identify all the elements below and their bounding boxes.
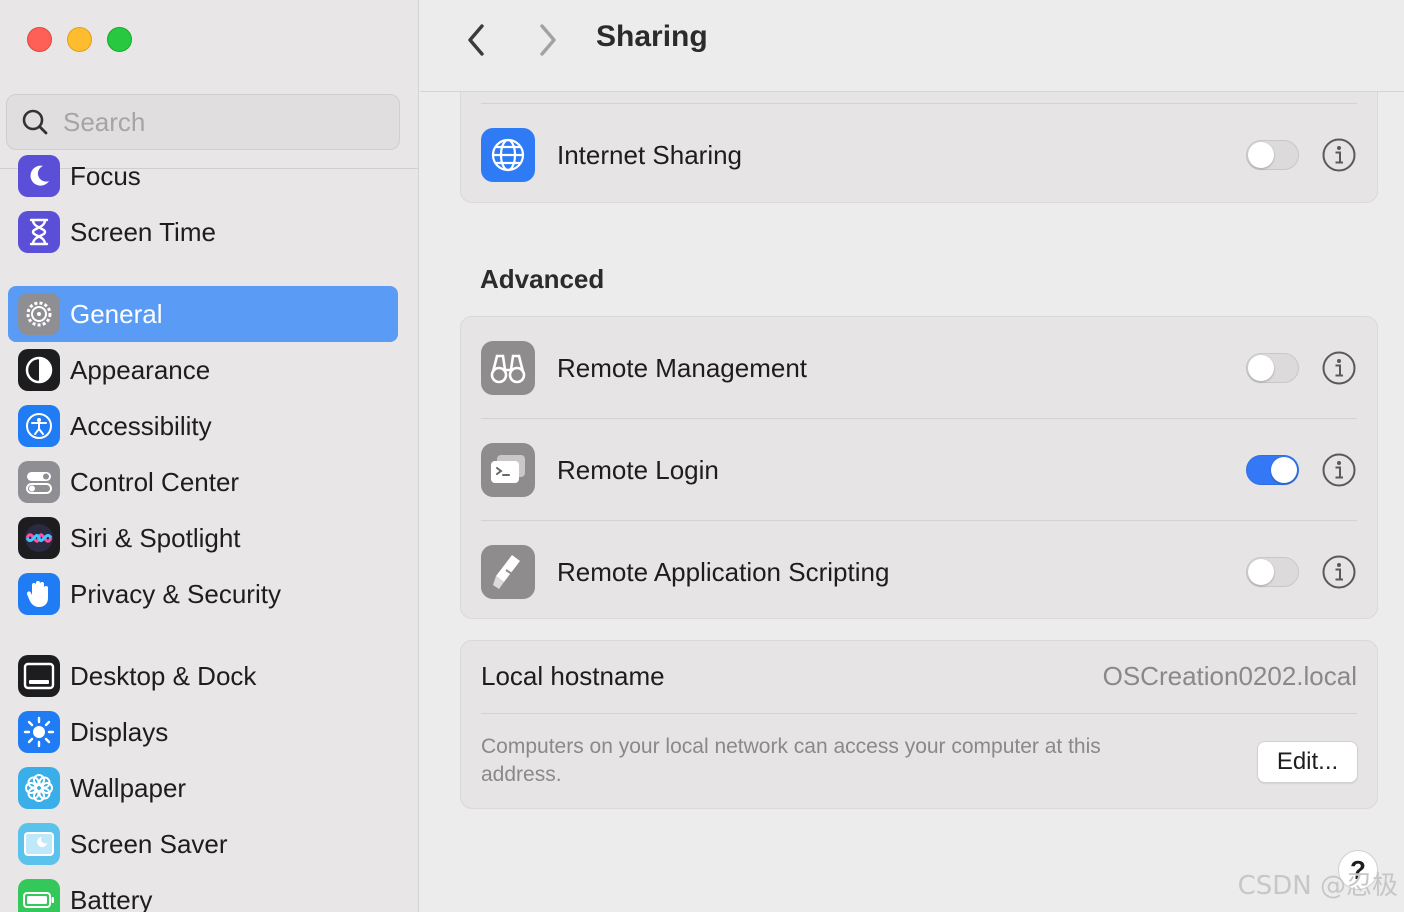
info-icon[interactable] <box>1321 350 1357 386</box>
sidebar-item-label: Accessibility <box>70 410 212 441</box>
sidebar-group-system: General Appearance Accessibility Control… <box>8 286 398 622</box>
sidebar-item-screen-saver[interactable]: Screen Saver <box>8 816 398 872</box>
back-button[interactable] <box>456 20 496 60</box>
toggle-knob <box>1248 142 1274 168</box>
sidebar-item-general[interactable]: General <box>8 286 398 342</box>
search-field[interactable] <box>6 94 400 150</box>
watermark: CSDN @忍极 <box>1237 871 1398 901</box>
hand-icon <box>18 573 60 615</box>
binoculars-icon <box>481 341 535 395</box>
list-item-remote-login: Remote Login <box>481 419 1357 521</box>
info-icon[interactable] <box>1321 554 1357 590</box>
sidebar-item-desktop-dock[interactable]: Desktop & Dock <box>8 648 398 704</box>
hostname-description: Computers on your local network can acce… <box>481 735 1101 786</box>
section-title-advanced: Advanced <box>480 264 605 294</box>
sidebar-item-label: Control Center <box>70 466 240 497</box>
globe-icon <box>481 128 535 182</box>
remote-scripting-toggle[interactable] <box>1246 557 1299 587</box>
gear-icon <box>18 293 60 335</box>
sidebar-item-label: Battery <box>70 884 153 912</box>
internet-sharing-toggle[interactable] <box>1246 140 1299 170</box>
service-label: Remote Management <box>557 352 808 383</box>
remote-login-toggle[interactable] <box>1246 455 1299 485</box>
sidebar-item-displays[interactable]: Displays <box>8 704 398 760</box>
chevron-right-icon <box>540 24 556 56</box>
hostname-value: OSCreation0202.local <box>1102 661 1357 691</box>
list-item-remote-management: Remote Management <box>481 317 1357 419</box>
service-label: Internet Sharing <box>557 139 743 170</box>
sidebar-item-focus[interactable]: Focus <box>8 148 398 204</box>
dock-icon <box>18 655 60 697</box>
screen-saver-icon <box>18 823 60 865</box>
service-label: Remote Login <box>557 454 719 485</box>
sun-icon <box>18 711 60 753</box>
sidebar-item-accessibility[interactable]: Accessibility <box>8 398 398 454</box>
script-icon <box>481 545 535 599</box>
sidebar-item-label: Screen Time <box>70 216 216 247</box>
chevron-left-icon <box>468 24 484 56</box>
advanced-card: Remote Management Remote Login Remote Ap… <box>460 316 1378 619</box>
zoom-window-button[interactable] <box>107 27 132 52</box>
toggle-knob <box>1248 355 1274 381</box>
sidebar-item-privacy-security[interactable]: Privacy & Security <box>8 566 398 622</box>
service-label: Remote Application Scripting <box>557 556 890 587</box>
hostname-card: Local hostname OSCreation0202.local Comp… <box>460 640 1378 809</box>
sidebar-item-label: Privacy & Security <box>70 578 281 609</box>
terminal-icon <box>481 443 535 497</box>
search-input[interactable] <box>63 106 363 138</box>
sidebar-item-label: General <box>70 298 163 329</box>
appearance-icon <box>18 349 60 391</box>
sidebar-group-focus: Focus Screen Time <box>8 148 398 260</box>
sidebar-item-label: Appearance <box>70 354 211 385</box>
toggle-knob <box>1248 559 1274 585</box>
control-center-icon <box>18 461 60 503</box>
hostname-label: Local hostname <box>481 661 665 691</box>
sidebar-item-label: Siri & Spotlight <box>70 522 241 553</box>
sidebar-item-siri-spotlight[interactable]: Siri & Spotlight <box>8 510 398 566</box>
sidebar-item-label: Displays <box>70 716 169 747</box>
siri-icon <box>18 517 60 559</box>
accessibility-icon <box>18 405 60 447</box>
sidebar: Focus Screen Time General Appea <box>0 0 419 912</box>
main-pane: Sharing Internet Sharing Advanced Remote… <box>420 0 1404 912</box>
info-icon[interactable] <box>1321 452 1357 488</box>
battery-icon <box>18 879 60 912</box>
sidebar-item-label: Wallpaper <box>70 772 187 803</box>
sidebar-item-battery[interactable]: Battery <box>8 872 398 912</box>
sidebar-group-display: Desktop & Dock Displays Wallpaper Screen… <box>8 648 398 912</box>
forward-button[interactable] <box>528 20 568 60</box>
page-title: Sharing <box>596 20 708 53</box>
remote-management-toggle[interactable] <box>1246 353 1299 383</box>
edit-hostname-button[interactable]: Edit... <box>1257 741 1358 783</box>
sidebar-item-label: Desktop & Dock <box>70 660 257 691</box>
toggle-knob <box>1271 457 1297 483</box>
moon-icon <box>18 155 60 197</box>
list-item-remote-application-scripting: Remote Application Scripting <box>481 521 1357 623</box>
sidebar-item-label: Focus <box>70 160 141 191</box>
sidebar-item-label: Screen Saver <box>70 828 228 859</box>
sidebar-item-control-center[interactable]: Control Center <box>8 454 398 510</box>
sidebar-item-wallpaper[interactable]: Wallpaper <box>8 760 398 816</box>
hourglass-icon <box>18 211 60 253</box>
toolbar: Sharing <box>420 0 1404 92</box>
minimize-window-button[interactable] <box>67 27 92 52</box>
search-icon <box>22 109 48 135</box>
list-item-internet-sharing: Internet Sharing <box>481 104 1357 206</box>
sidebar-item-appearance[interactable]: Appearance <box>8 342 398 398</box>
flower-icon <box>18 767 60 809</box>
row-divider <box>481 713 1357 714</box>
sidebar-item-screen-time[interactable]: Screen Time <box>8 204 398 260</box>
close-window-button[interactable] <box>27 27 52 52</box>
info-icon[interactable] <box>1321 137 1357 173</box>
window-controls <box>27 27 132 52</box>
